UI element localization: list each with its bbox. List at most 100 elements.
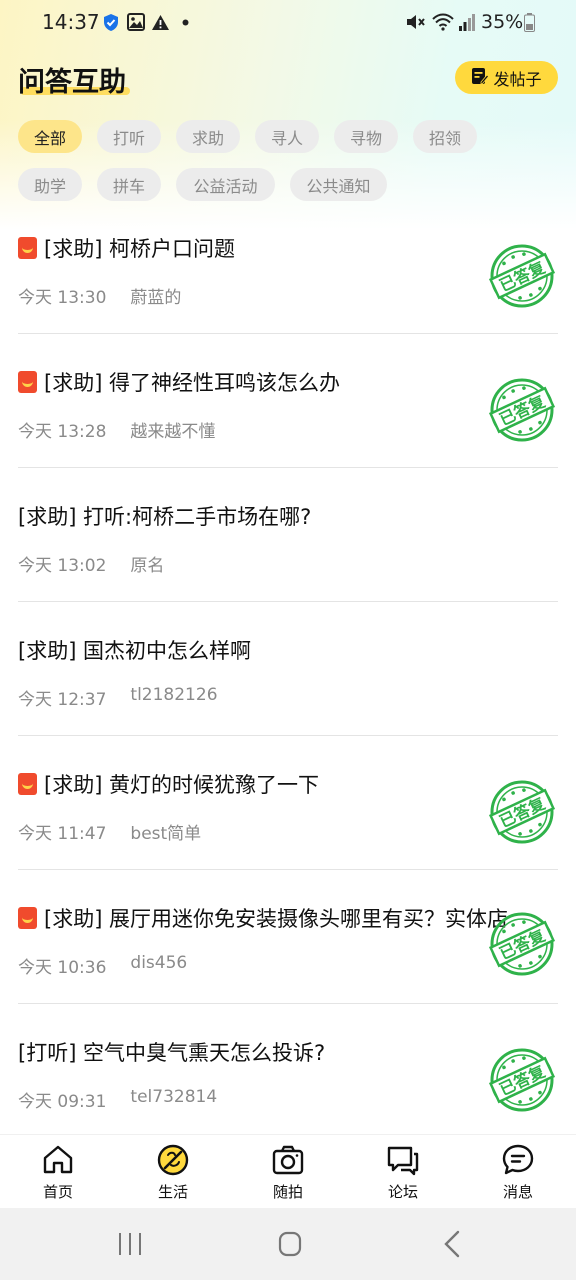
answered-stamp-icon: 已答复 (489, 244, 555, 308)
status-bar: 14:37 35% (0, 0, 576, 46)
answered-stamp-icon: 已答复 (489, 1048, 555, 1112)
chip-label: 公益活动 (193, 176, 258, 196)
post-title: [求助] 黄灯的时候犹豫了一下 (44, 773, 320, 797)
post-time: 今天 13:02 (18, 556, 107, 576)
status-time: 14:37 (42, 10, 100, 34)
answered-stamp-icon: 已答复 (489, 378, 555, 442)
nav-label: 随拍 (272, 1183, 303, 1201)
home-circle-icon[interactable] (270, 1228, 310, 1260)
answered-stamp-icon: 已答复 (489, 780, 555, 844)
divider (18, 333, 558, 334)
post-author: 蔚蓝的 (130, 288, 182, 308)
chip-label: 寻人 (270, 128, 303, 148)
nav-home[interactable]: 首页 (18, 1143, 98, 1203)
post-time: 今天 13:30 (18, 288, 107, 308)
edit-note-icon (471, 67, 490, 89)
post-meta: 今天 09:31 tel732814 (18, 1087, 217, 1112)
image-icon (126, 12, 146, 32)
red-envelope-icon (18, 371, 37, 393)
forum-icon (387, 1146, 419, 1176)
list-item[interactable]: [求助] 得了神经性耳鸣该怎么办 今天 13:28 越来越不懂 已答复 (0, 367, 576, 501)
post-author: 原名 (130, 556, 165, 576)
chip-label: 寻物 (349, 128, 382, 148)
post-button[interactable]: 发帖子 (455, 61, 558, 94)
life-icon (157, 1144, 189, 1176)
wifi-icon (430, 12, 456, 32)
divider (18, 467, 558, 468)
message-icon (502, 1144, 534, 1175)
chip-label: 拼车 (112, 176, 145, 196)
recent-apps-icon[interactable] (110, 1228, 150, 1260)
chip-label: 求助 (191, 128, 224, 148)
post-author: tel732814 (130, 1087, 218, 1107)
post-title: [求助] 打听:柯桥二手市场在哪? (18, 505, 312, 529)
post-meta: 今天 10:36 dis456 (18, 953, 187, 978)
chip-label: 全部 (33, 128, 66, 148)
nav-label: 论坛 (387, 1183, 418, 1201)
answered-stamp-icon: 已答复 (489, 912, 555, 976)
post-meta: 今天 12:37 tl2182126 (18, 685, 218, 710)
post-title: [求助] 柯桥户口问题 (44, 237, 236, 261)
list-item[interactable]: [求助] 国杰初中怎么样啊 今天 12:37 tl2182126 (0, 635, 576, 769)
nav-snapshot[interactable]: 随拍 (248, 1143, 328, 1203)
list-item[interactable]: [求助] 打听:柯桥二手市场在哪? 今天 13:02 原名 (0, 501, 576, 635)
post-meta: 今天 13:28 越来越不懂 (18, 417, 215, 442)
filter-chip-help[interactable]: 求助 (176, 120, 240, 153)
post-author: 越来越不懂 (130, 422, 216, 442)
chip-label: 招领 (428, 128, 461, 148)
post-author: tl2182126 (130, 685, 218, 705)
list-item[interactable]: [求助] 柯桥户口问题 今天 13:30 蔚蓝的 已答复 (0, 233, 576, 367)
filter-chip-all[interactable]: 全部 (18, 120, 82, 153)
filter-chip-inquire[interactable]: 打听 (97, 120, 161, 153)
battery-icon (522, 12, 536, 32)
post-title: [打听] 空气中臭气熏天怎么投诉? (18, 1041, 326, 1065)
post-button-label: 发帖子 (493, 69, 542, 89)
nav-label: 消息 (502, 1183, 533, 1201)
nav-label: 生活 (157, 1183, 188, 1201)
signal-icon (458, 12, 476, 32)
post-time: 今天 09:31 (18, 1092, 107, 1112)
battery-percent: 35% (481, 11, 524, 33)
filter-chip-charity[interactable]: 公益活动 (176, 168, 275, 201)
nav-forum[interactable]: 论坛 (363, 1143, 443, 1203)
red-envelope-icon (18, 773, 37, 795)
post-meta: 今天 13:30 蔚蓝的 (18, 283, 181, 308)
divider (18, 601, 558, 602)
post-author: dis456 (130, 953, 188, 973)
list-item[interactable]: [求助] 展厅用迷你免安装摄像头哪里有买？实体店 今天 10:36 dis456… (0, 903, 576, 1037)
red-envelope-icon (18, 907, 37, 929)
post-title: [求助] 国杰初中怎么样啊 (18, 639, 252, 663)
camera-icon (272, 1145, 304, 1175)
nav-label: 首页 (42, 1183, 73, 1201)
back-icon[interactable] (432, 1228, 472, 1260)
chip-label: 助学 (33, 176, 66, 196)
nav-life[interactable]: 生活 (133, 1143, 213, 1203)
divider (18, 735, 558, 736)
post-meta: 今天 13:02 原名 (18, 551, 164, 576)
post-meta: 今天 11:47 best简单 (18, 819, 201, 844)
post-time: 今天 11:47 (18, 824, 107, 844)
filter-chip-find-item[interactable]: 寻物 (334, 120, 398, 153)
filter-chip-public-notice[interactable]: 公共通知 (290, 168, 387, 201)
nav-messages[interactable]: 消息 (478, 1143, 558, 1203)
filter-chip-find-person[interactable]: 寻人 (255, 120, 319, 153)
chip-label: 公共通知 (306, 176, 371, 196)
filter-chip-study-aid[interactable]: 助学 (18, 168, 82, 201)
post-time: 今天 13:28 (18, 422, 107, 442)
post-time: 今天 12:37 (18, 690, 107, 710)
bottom-nav: 首页 生活 随拍 论坛 消息 (0, 1134, 576, 1208)
warning-icon (150, 12, 170, 32)
post-author: best简单 (130, 824, 202, 844)
divider (18, 869, 558, 870)
mute-icon (404, 12, 426, 32)
list-item[interactable]: [求助] 黄灯的时候犹豫了一下 今天 11:47 best简单 已答复 (0, 769, 576, 903)
page-title: 问答互助 (18, 67, 126, 98)
post-title: [求助] 展厅用迷你免安装摄像头哪里有买？实体店 (44, 907, 509, 931)
shield-check-icon (102, 12, 120, 32)
chip-label: 打听 (112, 128, 145, 148)
red-envelope-icon (18, 237, 37, 259)
post-title: [求助] 得了神经性耳鸣该怎么办 (44, 371, 341, 395)
system-nav-bar (0, 1208, 576, 1280)
filter-chip-lost-found[interactable]: 招领 (413, 120, 477, 153)
filter-chip-carpool[interactable]: 拼车 (97, 168, 161, 201)
